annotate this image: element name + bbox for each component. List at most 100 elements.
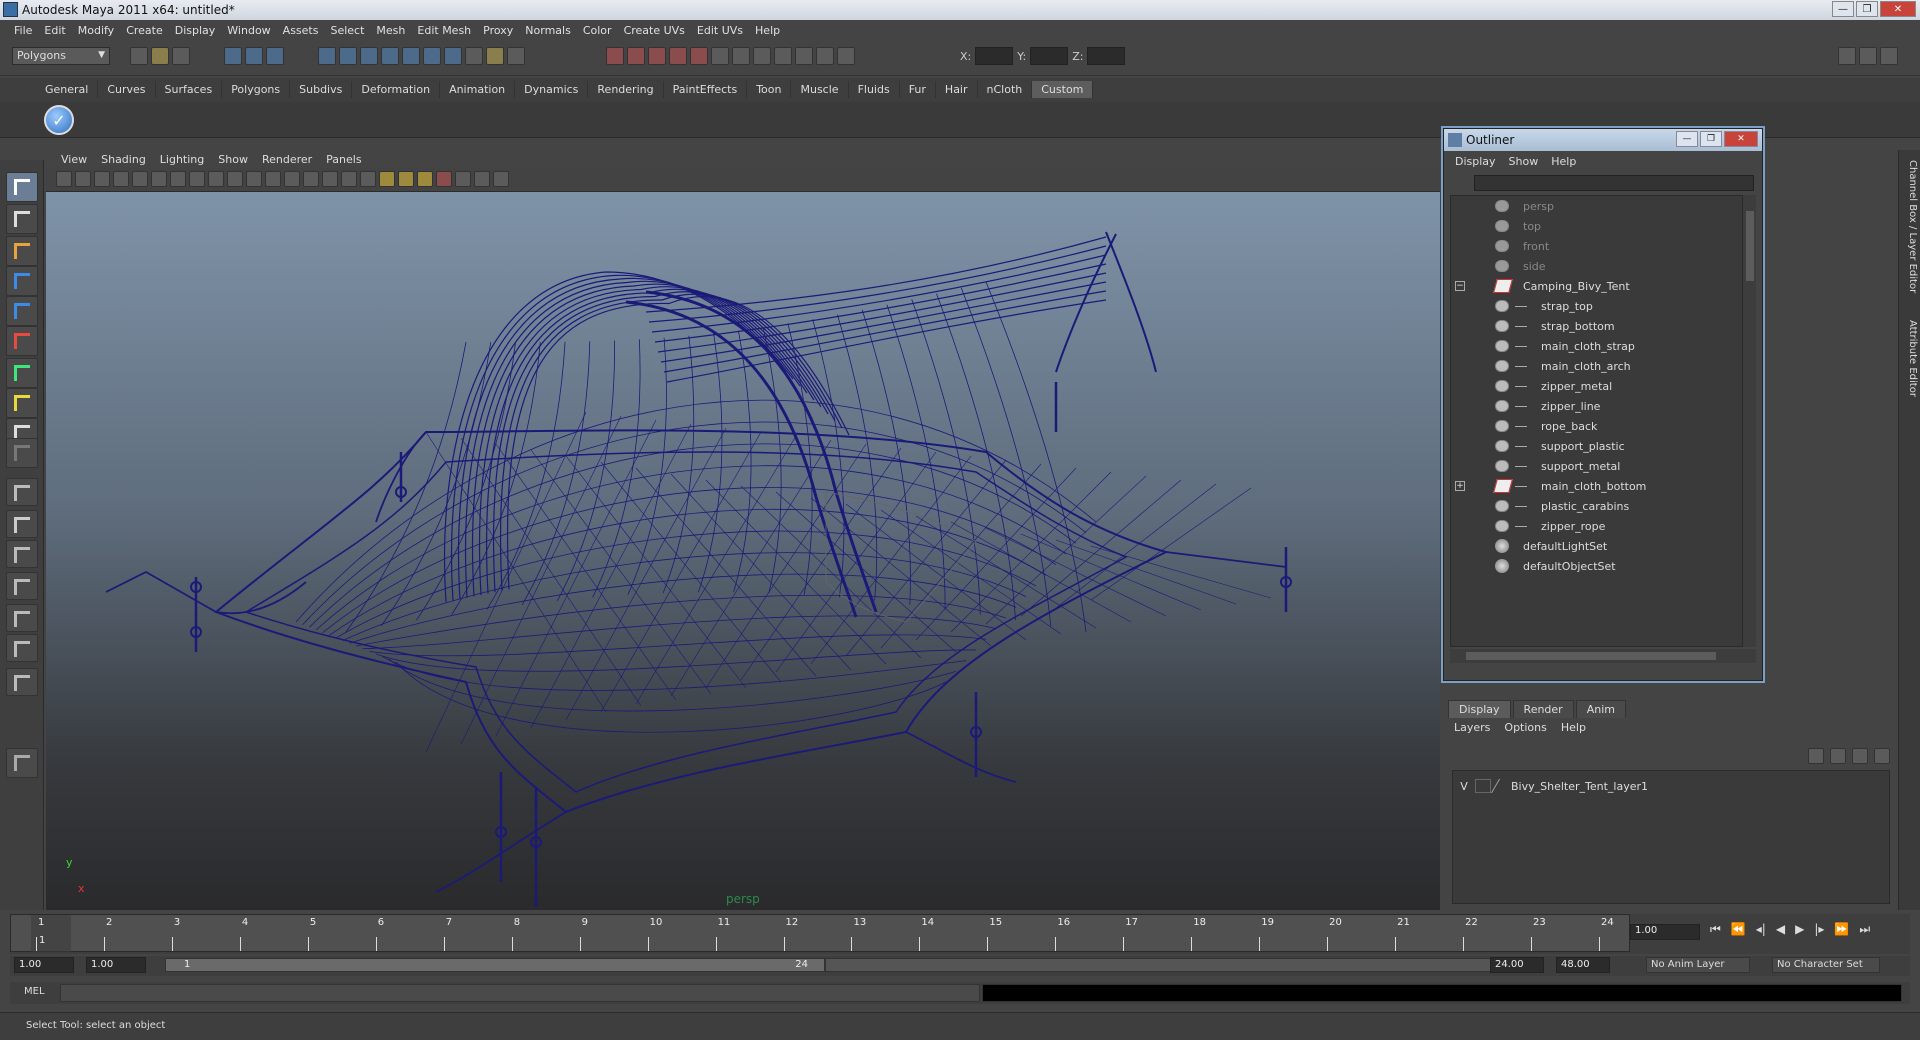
shelf-tab-toon[interactable]: Toon xyxy=(747,81,792,98)
use-all-lights-icon[interactable] xyxy=(379,171,395,187)
outliner-row-main-cloth-strap[interactable]: main_cloth_strap xyxy=(1451,336,1747,356)
outliner-minimize-button[interactable]: — xyxy=(1676,131,1698,147)
layer-tab-display[interactable]: Display xyxy=(1448,700,1511,718)
range-bar[interactable]: 1 24 xyxy=(165,958,825,972)
last-tool-icon[interactable] xyxy=(6,438,38,468)
outliner-menu-help[interactable]: Help xyxy=(1546,155,1584,168)
move-tool-icon[interactable] xyxy=(6,266,38,296)
menu-file[interactable]: File xyxy=(8,24,38,37)
isolate-select-icon[interactable] xyxy=(436,171,452,187)
outliner-row-support-metal[interactable]: support_metal xyxy=(1451,456,1747,476)
save-scene-icon[interactable] xyxy=(172,47,190,65)
menu-color[interactable]: Color xyxy=(577,24,618,37)
gate-mask-icon[interactable] xyxy=(227,171,243,187)
layout-extra-icon[interactable] xyxy=(6,668,38,696)
resolution-gate-icon[interactable] xyxy=(208,171,224,187)
perspective-viewport[interactable]: y x persp xyxy=(46,192,1440,910)
lasso-icon[interactable] xyxy=(627,47,645,65)
go-to-start-icon[interactable]: ⏮ xyxy=(1710,922,1721,937)
wireframe-icon[interactable] xyxy=(303,171,319,187)
menu-create-uvs[interactable]: Create UVs xyxy=(618,24,691,37)
menu-proxy[interactable]: Proxy xyxy=(477,24,519,37)
help-icon[interactable] xyxy=(465,47,483,65)
camera-attributes-icon[interactable] xyxy=(75,171,91,187)
output-ops-icon[interactable] xyxy=(444,47,462,65)
new-scene-icon[interactable] xyxy=(130,47,148,65)
layer-menu-help[interactable]: Help xyxy=(1561,721,1600,734)
open-scene-icon[interactable] xyxy=(151,47,169,65)
symmetry-icon[interactable] xyxy=(690,47,708,65)
outliner-row-persp[interactable]: persp xyxy=(1451,196,1747,216)
layer-row[interactable]: V Bivy_Shelter_Tent_layer1 xyxy=(1453,777,1889,795)
layer-menu-layers[interactable]: Layers xyxy=(1454,721,1504,734)
construction-history-icon[interactable] xyxy=(486,47,504,65)
outliner-row-zipper-line[interactable]: zipper_line xyxy=(1451,396,1747,416)
grease-pencil-icon[interactable] xyxy=(151,171,167,187)
expand-icon[interactable]: + xyxy=(1455,481,1465,491)
rotate-tool-icon[interactable] xyxy=(6,296,38,326)
toggle-attribute-editor-icon[interactable] xyxy=(1838,47,1856,65)
playback-end-field[interactable]: 24.00 xyxy=(1490,957,1544,973)
smooth-shade-icon[interactable] xyxy=(322,171,338,187)
custom-shelf-check-icon[interactable]: ✓ xyxy=(44,105,74,135)
layer-tab-render[interactable]: Render xyxy=(1512,700,1574,718)
scale-tool-icon[interactable] xyxy=(6,326,38,356)
outliner-row-camping-bivy-tent[interactable]: − Camping_Bivy_Tent xyxy=(1451,276,1747,296)
select-tool-icon[interactable] xyxy=(6,172,38,202)
viewport-menu-view[interactable]: View xyxy=(54,153,94,166)
menu-select[interactable]: Select xyxy=(324,24,370,37)
hypershade-icon[interactable] xyxy=(774,47,792,65)
render-settings-icon[interactable] xyxy=(753,47,771,65)
shelf-tab-rendering[interactable]: Rendering xyxy=(588,81,664,98)
layout-four-icon[interactable] xyxy=(6,510,38,538)
end-time-field[interactable]: 48.00 xyxy=(1556,957,1610,973)
layer-template-toggle[interactable] xyxy=(1475,779,1491,793)
shelf-tab-fur[interactable]: Fur xyxy=(900,81,936,98)
high-quality-icon[interactable] xyxy=(417,171,433,187)
step-forward-frame-icon[interactable]: |▸ xyxy=(1814,922,1824,937)
grid-icon[interactable] xyxy=(170,171,186,187)
shelf-tab-dynamics[interactable]: Dynamics xyxy=(515,81,589,98)
select-object-icon[interactable] xyxy=(245,47,263,65)
step-forward-key-icon[interactable]: ⏩ xyxy=(1834,922,1849,937)
layer-menu-options[interactable]: Options xyxy=(1504,721,1560,734)
outliner-row-defaultobjectset[interactable]: defaultObjectSet xyxy=(1451,556,1747,576)
safe-action-icon[interactable] xyxy=(265,171,281,187)
layer-visibility-toggle[interactable]: V xyxy=(1453,780,1475,793)
outliner-horizontal-scrollbar[interactable] xyxy=(1450,649,1756,663)
soft-select-icon[interactable] xyxy=(669,47,687,65)
xray-joints-icon[interactable] xyxy=(474,171,490,187)
command-input[interactable] xyxy=(60,984,980,1002)
play-backwards-icon[interactable]: ◀ xyxy=(1776,922,1785,937)
tab-attribute-editor[interactable]: Attribute Editor xyxy=(1902,320,1918,397)
menu-window[interactable]: Window xyxy=(221,24,276,37)
wireframe-on-shaded-icon[interactable] xyxy=(341,171,357,187)
layout-hypershade-icon[interactable] xyxy=(6,604,38,632)
viewport-menu-shading[interactable]: Shading xyxy=(94,153,153,166)
collapse-icon[interactable]: − xyxy=(1455,281,1465,291)
outliner-maximize-button[interactable]: ❐ xyxy=(1700,131,1722,147)
outliner-filter-input[interactable] xyxy=(1474,175,1754,191)
y-field[interactable] xyxy=(1030,47,1069,65)
shelf-tab-painteffects[interactable]: PaintEffects xyxy=(664,81,748,98)
shelf-tab-subdivs[interactable]: Subdivs xyxy=(290,81,353,98)
two-d-pan-icon[interactable] xyxy=(132,171,148,187)
outliner-vertical-scrollbar[interactable] xyxy=(1742,195,1756,647)
layer-move-up-icon[interactable] xyxy=(1808,748,1824,764)
shadows-icon[interactable] xyxy=(398,171,414,187)
xray-icon[interactable] xyxy=(455,171,471,187)
shelf-tab-surfaces[interactable]: Surfaces xyxy=(156,81,223,98)
backface-icon[interactable] xyxy=(493,171,509,187)
current-frame-marker[interactable] xyxy=(31,915,71,953)
make-live-icon[interactable] xyxy=(402,47,420,65)
layout-persp-outliner-icon[interactable] xyxy=(6,540,38,568)
soft-mod-icon[interactable] xyxy=(6,388,38,418)
input-ops-icon[interactable] xyxy=(423,47,441,65)
outliner-row-support-plastic[interactable]: support_plastic xyxy=(1451,436,1747,456)
shelf-tab-polygons[interactable]: Polygons xyxy=(222,81,291,98)
command-language-label[interactable]: MEL xyxy=(24,986,45,997)
outliner-row-strap-bottom[interactable]: strap_bottom xyxy=(1451,316,1747,336)
new-layer-selected-icon[interactable] xyxy=(1874,748,1890,764)
step-back-frame-icon[interactable]: ◂| xyxy=(1756,922,1766,937)
menu-edit-uvs[interactable]: Edit UVs xyxy=(691,24,749,37)
